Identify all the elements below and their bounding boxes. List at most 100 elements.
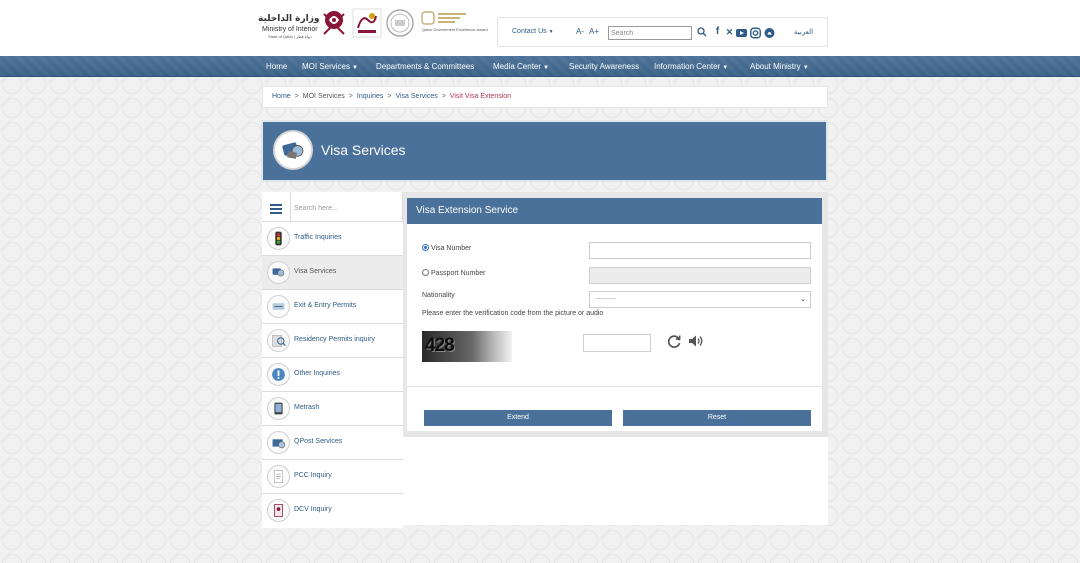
chevron-down-icon: ▼ xyxy=(352,65,358,71)
visa-passport-icon xyxy=(267,261,290,284)
page-banner: Visa Services xyxy=(263,122,826,180)
main-navigation: Home MOI Services ▼ Departments & Committ… xyxy=(0,56,1080,77)
passport-number-radio[interactable]: Passport Number xyxy=(422,269,485,277)
sidebar-item-pcc-inquiry[interactable]: PCC Inquiry xyxy=(262,460,403,494)
nav-label: About Ministry xyxy=(750,62,801,71)
sidebar-item-label: Traffic Inquiries xyxy=(294,234,342,241)
contact-us-label: Contact Us xyxy=(512,28,547,35)
logo-subtext: State of Qatar | دولة قطر xyxy=(268,34,312,39)
nav-label: Home xyxy=(266,62,288,71)
breadcrumb-inquiries[interactable]: Inquiries xyxy=(357,93,383,100)
divider xyxy=(290,192,291,222)
breadcrumb-home[interactable]: Home xyxy=(272,93,291,100)
visa-number-field[interactable] xyxy=(589,242,811,259)
extend-button[interactable]: Extend xyxy=(424,410,612,426)
nav-item-about-ministry[interactable]: About Ministry ▼ xyxy=(750,62,809,71)
snapchat-icon[interactable] xyxy=(764,27,775,39)
sidebar-item-other-inquiries[interactable]: Other Inquiries xyxy=(262,358,403,392)
passport-number-field xyxy=(589,267,811,284)
sidebar-search-input[interactable] xyxy=(294,201,396,215)
exit-entry-icon xyxy=(267,295,290,318)
passport-number-label: Passport Number xyxy=(431,270,486,277)
breadcrumb-visa-services[interactable]: Visa Services xyxy=(395,93,437,100)
site-header: وزارة الداخلية Ministry of Interior Stat… xyxy=(0,0,1080,56)
sidebar-item-label: QPost Services xyxy=(294,438,343,445)
form-container: Visa Extension Service Visa Number Passp… xyxy=(403,192,828,437)
nav-label: Security Awareness xyxy=(569,62,640,71)
x-twitter-icon[interactable]: ✕ xyxy=(724,26,735,38)
header-toolbox: Contact Us ▼ A- A+ f ✕ العربية xyxy=(497,17,828,47)
logo-arabic-text: وزارة الداخلية xyxy=(258,14,320,24)
nav-item-information-center[interactable]: Information Center ▼ xyxy=(654,62,728,71)
nav-item-home[interactable]: Home xyxy=(266,62,287,71)
form-title: Visa Extension Service xyxy=(407,198,822,224)
sidebar-item-dcv-inquiry[interactable]: DCV Inquiry xyxy=(262,494,403,528)
radio-checked-icon[interactable] xyxy=(422,244,429,251)
visa-extension-form: Visa Extension Service Visa Number Passp… xyxy=(407,198,822,431)
contact-us-dropdown[interactable]: Contact Us ▼ xyxy=(512,28,554,35)
sidebar-item-label: Visa Services xyxy=(294,268,337,275)
qatar-emblem-icon xyxy=(323,11,345,35)
sidebar-item-exit-entry-permits[interactable]: Exit & Entry Permits xyxy=(262,290,403,324)
sidebar-item-label: Residency Permits inquiry xyxy=(294,336,375,343)
breadcrumb-separator: > xyxy=(387,93,392,100)
visa-number-radio[interactable]: Visa Number xyxy=(422,244,471,252)
info-icon xyxy=(267,363,290,386)
nationality-selected-value: ---------- xyxy=(596,296,616,302)
search-icon[interactable] xyxy=(697,27,707,37)
sidebar-item-qpost-services[interactable]: QPost Services xyxy=(262,426,403,460)
residency-search-icon xyxy=(267,329,290,352)
nav-label: MOI Services xyxy=(302,62,351,71)
nav-label: Departments & Committees xyxy=(376,62,475,71)
nationality-select[interactable]: ---------- ⌄ xyxy=(589,291,811,308)
metrash-phone-icon xyxy=(267,397,290,420)
captcha-image: 428 xyxy=(422,331,512,362)
visa-passport-icon xyxy=(273,130,313,170)
nav-item-security-awareness[interactable]: Security Awareness xyxy=(569,62,639,71)
services-sidebar: Traffic Inquiries Visa Services Exit & E… xyxy=(262,192,403,528)
font-increase-button[interactable]: A+ xyxy=(589,27,599,36)
youtube-icon[interactable] xyxy=(736,27,747,39)
breadcrumb: Home > MOI Services > Inquiries > Visa Service… xyxy=(262,86,828,108)
instagram-icon[interactable] xyxy=(750,27,761,39)
arabic-language-link[interactable]: العربية xyxy=(794,28,813,36)
sidebar-search xyxy=(262,192,403,222)
nav-label: Media Center xyxy=(493,62,542,71)
qpost-icon xyxy=(267,431,290,454)
breadcrumb-separator: > xyxy=(294,93,299,100)
sidebar-item-visa-services[interactable]: Visa Services xyxy=(262,256,403,290)
audio-speaker-icon[interactable] xyxy=(688,334,704,348)
divider xyxy=(407,386,822,387)
nav-item-moi-services[interactable]: MOI Services ▼ xyxy=(302,62,358,71)
nationality-label: Nationality xyxy=(422,292,455,299)
sidebar-item-label: Exit & Entry Permits xyxy=(294,302,357,309)
chevron-down-icon: ▼ xyxy=(548,29,554,35)
facebook-icon[interactable]: f xyxy=(712,26,723,38)
search-input[interactable] xyxy=(608,26,692,40)
breadcrumb-separator: > xyxy=(441,93,446,100)
sidebar-item-label: PCC Inquiry xyxy=(294,472,332,479)
nav-label: Information Center xyxy=(654,62,721,71)
visa-number-label: Visa Number xyxy=(431,245,472,252)
captcha-input[interactable] xyxy=(583,334,651,352)
traffic-light-icon xyxy=(267,227,290,250)
nav-item-departments[interactable]: Departments & Committees xyxy=(376,62,474,71)
reset-button[interactable]: Reset xyxy=(623,410,811,426)
sidebar-item-residency-permits[interactable]: Residency Permits inquiry xyxy=(262,324,403,358)
national-vision-logo xyxy=(352,8,382,38)
radio-unchecked-icon[interactable] xyxy=(422,269,429,276)
chevron-down-icon: ▼ xyxy=(722,65,729,71)
sidebar-item-label: DCV Inquiry xyxy=(294,506,332,513)
sidebar-item-metrash[interactable]: Metrash xyxy=(262,392,403,426)
breadcrumb-current: Visit Visa Extension xyxy=(449,93,512,100)
breadcrumb-separator: > xyxy=(348,93,353,100)
dcv-document-icon xyxy=(267,499,290,522)
sidebar-item-traffic-inquiries[interactable]: Traffic Inquiries xyxy=(262,222,403,256)
font-decrease-button[interactable]: A- xyxy=(576,27,584,36)
qatar-seal-logo xyxy=(386,9,414,37)
breadcrumb-moi-services: MOI Services xyxy=(302,93,345,100)
refresh-icon[interactable] xyxy=(666,333,682,349)
sidebar-item-label: Metrash xyxy=(294,404,320,411)
hamburger-menu-icon[interactable] xyxy=(270,204,282,214)
nav-item-media-center[interactable]: Media Center ▼ xyxy=(493,62,549,71)
